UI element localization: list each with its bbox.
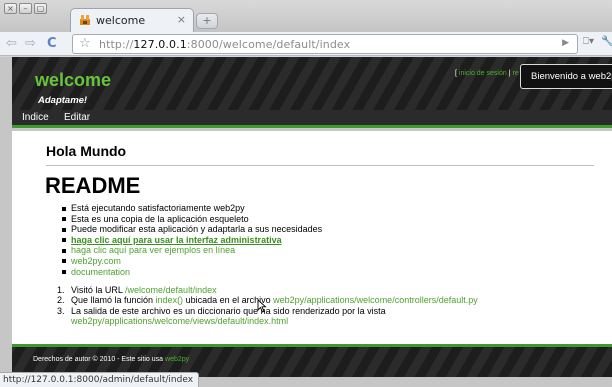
online-examples-link[interactable]: haga clic aquí para ver ejemplos en líne… (71, 245, 235, 255)
list-item: Está ejecutando satisfactoriamente web2p… (62, 203, 582, 214)
window-maximize-button[interactable]: ▢ (34, 3, 47, 14)
flash-message[interactable]: Bienvenido a web2py (520, 64, 612, 89)
go-arrow-icon[interactable]: ▶ (562, 38, 569, 48)
footer-web2py-link[interactable]: web2py (165, 356, 189, 363)
window-minimize-button[interactable]: – (19, 3, 32, 14)
browser-titlebar: × – ▢ welcome × + (0, 0, 612, 32)
documentation-link[interactable]: documentation (71, 267, 130, 277)
reload-icon[interactable]: C (47, 36, 57, 51)
site-brand[interactable]: welcome (35, 70, 111, 91)
status-bar: http://127.0.0.1:8000/admin/default/inde… (0, 372, 200, 387)
page-viewport: welcome Adaptame! [ inicio de sesión | r… (0, 57, 612, 387)
main-content: Hola Mundo README Está ejecutando satisf… (12, 131, 612, 344)
divider (46, 165, 594, 166)
list-item: 3. La salida de este archivo es un diccio… (57, 305, 386, 316)
register-link[interactable]: re (513, 70, 519, 77)
menu-item-indice[interactable]: Indice (22, 112, 49, 123)
footer-copyright: Derechos de autor © 2010 - Este sitio us… (33, 356, 190, 363)
list-item: haga clic aquí para ver ejemplos en líne… (62, 245, 582, 256)
readme-steps: 1. Visitó la URL /welcome/default/index 2… (57, 285, 607, 327)
wrench-icon[interactable]: 🔧 (601, 36, 612, 47)
web2py-com-link[interactable]: web2py.com (71, 256, 121, 266)
visited-url-link[interactable]: /welcome/default/index (125, 285, 217, 295)
mouse-pointer-icon (257, 299, 267, 313)
list-item-continuation: web2py/applications/welcome/views/defaul… (57, 316, 607, 326)
new-tab-button[interactable]: + (196, 13, 218, 29)
window-close-button[interactable]: × (4, 3, 17, 14)
list-item: 2. Que llamó la función index() ubicada e… (57, 295, 478, 306)
back-arrow-icon[interactable]: ⇦ (6, 36, 17, 51)
auth-navbar: [ inicio de sesión | re (455, 70, 519, 77)
menu-item-editar[interactable]: Editar (64, 112, 90, 123)
window-controls: × – ▢ (4, 3, 47, 14)
list-item: 1. Visitó la URL /welcome/default/index (57, 285, 217, 295)
index-function-link[interactable]: index() (156, 295, 184, 305)
site-slogan: Adaptame! (38, 95, 88, 106)
page-title: Hola Mundo (46, 143, 127, 159)
web2py-favicon-icon (80, 15, 90, 25)
view-file-link[interactable]: web2py/applications/welcome/views/defaul… (71, 316, 288, 326)
page-menu-icon[interactable]: ⎕▾ (583, 36, 594, 47)
site-header: welcome Adaptame! [ inicio de sesión | r… (12, 57, 612, 110)
browser-toolbar: ⇦ ⇨ C ☆ http://127.0.0.1:8000/welcome/de… (0, 32, 612, 56)
controller-file-link[interactable]: web2py/applications/welcome/controllers/… (273, 295, 478, 305)
list-item: Esta es una copia de la aplicación esque… (62, 214, 582, 225)
tab-title: welcome (96, 14, 146, 27)
address-bar[interactable]: ☆ http://127.0.0.1:8000/welcome/default/… (72, 34, 578, 54)
list-item: haga clic aquí para usar la interfaz adm… (62, 235, 582, 246)
readme-heading: README (45, 173, 141, 198)
readme-bullets: Está ejecutando satisfactoriamente web2p… (62, 203, 582, 277)
list-item: web2py.com (62, 256, 582, 267)
admin-interface-link[interactable]: haga clic aquí para usar la interfaz adm… (71, 235, 282, 245)
bookmark-star-icon[interactable]: ☆ (79, 36, 91, 51)
address-url[interactable]: http://127.0.0.1:8000/welcome/default/in… (99, 38, 350, 51)
tab-close-icon[interactable]: × (177, 13, 186, 26)
forward-arrow-icon[interactable]: ⇨ (25, 36, 36, 51)
login-link[interactable]: inicio de sesión (459, 70, 507, 77)
list-item: documentation (62, 267, 582, 278)
list-item: Puede modificar esta aplicación y adapta… (62, 224, 582, 235)
browser-tab[interactable]: welcome × (70, 8, 194, 32)
main-menu: Indice Editar (12, 110, 612, 128)
